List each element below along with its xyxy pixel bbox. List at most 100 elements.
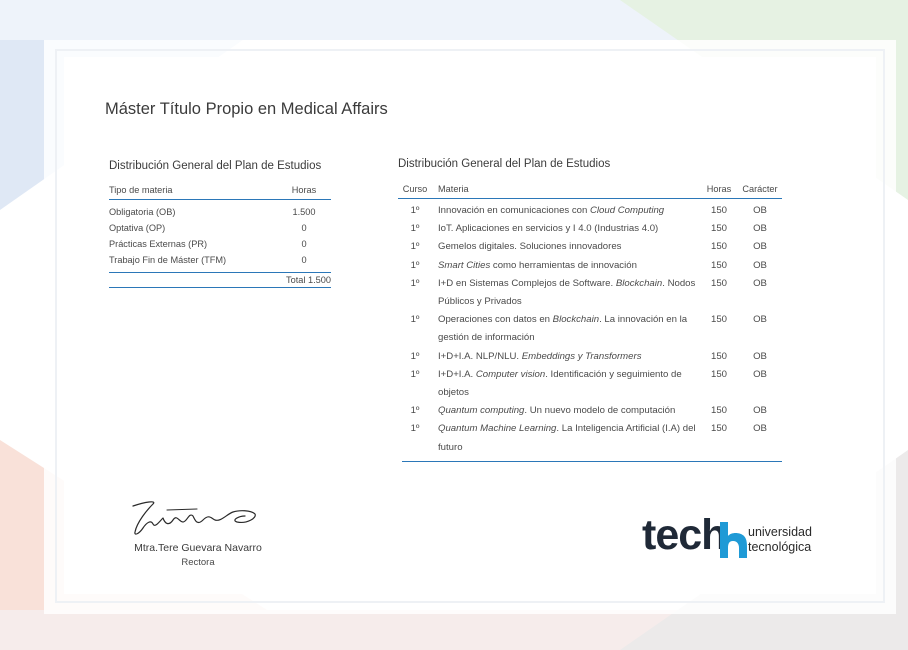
detail-col-horas: Horas [706, 183, 732, 194]
detail-row-caracter: OB [753, 259, 767, 271]
detail-row-horas: 150 [710, 314, 727, 326]
detail-row-curso: 1º [410, 223, 420, 235]
summary-row: Prácticas Externas (PR) 0 [109, 236, 331, 252]
materia-text: Operaciones con datos en [438, 314, 553, 326]
detail-row-materia: Quantum computing. Un nuevo modelo de co… [432, 402, 700, 420]
tech-university-logo: tech universidad tecnológica [642, 510, 832, 564]
summary-row-type: Trabajo Fin de Máster (TFM) [109, 255, 227, 265]
signatory-role: Rectora [181, 557, 215, 568]
detail-heading: Distribución General del Plan de Estudio… [398, 158, 611, 170]
detail-row-horas: 150 [710, 423, 727, 435]
materia-italic-term: Embeddings y Transformers [521, 350, 642, 362]
detail-row-horas: 150 [710, 405, 727, 417]
summary-rows: Obligatoria (OB) 1.500 Optativa (OP) 0 P… [109, 200, 331, 273]
detail-row: 1º Gemelos digitales. Soluciones innovado… [398, 238, 782, 256]
detail-row-caracter: OB [753, 223, 767, 235]
detail-row-curso: 1º [410, 277, 420, 289]
detail-row-materia: I+D+I.A. NLP/NLU. Embeddings y Transform… [432, 348, 700, 366]
materia-italic-term: Cloud Computing [590, 205, 665, 216]
detail-row-materia: Quantum Machine Learning. La Inteligenci… [432, 420, 700, 456]
detail-row-horas: 150 [710, 259, 727, 271]
materia-italic-term: Computer vision [475, 368, 546, 380]
summary-total: Total 1.500 [109, 273, 331, 288]
handwritten-signature [132, 501, 256, 535]
summary-col-type: Tipo de materia [109, 185, 173, 195]
detail-row-caracter: OB [753, 314, 767, 326]
detail-row-curso: 1º [410, 350, 420, 362]
detail-row-horas: 150 [710, 368, 727, 380]
page-title: Máster Título Propio en Medical Affairs [105, 100, 388, 118]
detail-table: Curso Materia Horas Carácter 1º Innovació… [398, 179, 782, 462]
detail-row: 1º I+D en Sistemas Complejos de Software.… [398, 275, 782, 311]
materia-text: Gemelos digitales. Soluciones innovadore… [438, 241, 622, 253]
summary-row-type: Obligatoria (OB) [109, 207, 176, 217]
materia-text: I+D+I.A. NLP/NLU. [438, 350, 522, 362]
detail-row-materia: IoT. Aplicaciones en servicios y I 4.0 (… [432, 220, 700, 238]
detail-row: 1º Smart Cities como herramientas de inno… [398, 257, 782, 275]
detail-row: 1º I+D+I.A. Computer vision. Identificaci… [398, 366, 782, 402]
detail-col-curso: Curso [402, 183, 428, 194]
detail-row-caracter: OB [753, 368, 767, 380]
detail-row-curso: 1º [410, 405, 420, 417]
detail-row-materia: Gemelos digitales. Soluciones innovadore… [432, 238, 700, 256]
materia-text: I+D en Sistemas Complejos de Software. [438, 277, 616, 289]
materia-italic-term: Quantum Machine Learning [438, 423, 557, 435]
materia-italic-term: Smart Cities [438, 259, 491, 271]
summary-row-hours: 1.500 [292, 207, 316, 217]
detail-row: 1º Quantum computing. Un nuevo modelo de … [398, 402, 782, 420]
detail-row-curso: 1º [410, 368, 420, 380]
summary-row: Obligatoria (OB) 1.500 [109, 204, 331, 220]
detail-row-horas: 150 [710, 223, 727, 235]
detail-rows: 1º Innovación en comunicaciones con Cloud… [402, 199, 782, 462]
summary-row-hours: 0 [301, 255, 307, 265]
materia-text: . Un nuevo modelo de computación [524, 405, 676, 417]
detail-col-caracter: Carácter [742, 183, 778, 194]
signatory-name: Mtra.Tere Guevara Navarro [134, 542, 262, 554]
detail-row-materia: I+D en Sistemas Complejos de Software. B… [432, 275, 700, 311]
logo-line-tecnologica: tecnológica [748, 540, 812, 554]
detail-row-horas: 150 [710, 205, 727, 216]
detail-row-curso: 1º [410, 314, 420, 326]
materia-italic-term: Blockchain [552, 314, 600, 326]
detail-row-caracter: OB [753, 350, 767, 362]
summary-row-type: Optativa (OP) [109, 223, 166, 233]
summary-row-hours: 0 [301, 239, 307, 249]
detail-row-caracter: OB [753, 205, 767, 216]
detail-row-horas: 150 [710, 277, 727, 289]
summary-header-row: Tipo de materia Horas [109, 181, 331, 200]
detail-row-materia: Operaciones con datos en Blockchain. La … [432, 311, 700, 347]
detail-row-caracter: OB [753, 241, 767, 253]
summary-row-type: Prácticas Externas (PR) [109, 239, 208, 249]
materia-text: IoT. Aplicaciones en servicios y I 4.0 (… [438, 223, 659, 235]
summary-table: Tipo de materia Horas Obligatoria (OB) 1… [109, 181, 331, 288]
summary-row-hours: 0 [301, 223, 307, 233]
detail-row: 1º Operaciones con datos en Blockchain. L… [398, 311, 782, 347]
detail-col-materia: Materia [438, 183, 469, 194]
summary-row: Trabajo Fin de Máster (TFM) 0 [109, 252, 331, 268]
detail-row-horas: 150 [710, 350, 727, 362]
materia-italic-term: Blockchain [615, 277, 663, 289]
detail-row: 1º IoT. Aplicaciones en servicios y I 4.0… [398, 220, 782, 238]
detail-row-materia: Smart Cities como herramientas de innova… [432, 257, 700, 275]
logo-wordmark: tech [642, 511, 727, 559]
summary-col-hours: Horas [291, 185, 317, 195]
detail-row: 1º I+D+I.A. NLP/NLU. Embeddings y Transfo… [398, 348, 782, 366]
detail-row-curso: 1º [410, 205, 420, 216]
detail-row-caracter: OB [753, 405, 767, 417]
detail-row-caracter: OB [753, 423, 767, 435]
summary-heading: Distribución General del Plan de Estudio… [109, 160, 322, 172]
detail-row: 1º Innovación en comunicaciones con Cloud… [398, 202, 782, 220]
materia-text: I+D+I.A. [438, 368, 476, 380]
certificate-page: Máster Título Propio en Medical Affairs … [0, 0, 908, 650]
detail-row-materia: I+D+I.A. Computer vision. Identificación… [432, 366, 700, 402]
detail-row-materia: Innovación en comunicaciones con Cloud C… [432, 202, 700, 220]
materia-italic-term: Quantum computing [438, 405, 525, 417]
summary-row: Optativa (OP) 0 [109, 220, 331, 236]
detail-row-caracter: OB [753, 277, 767, 289]
detail-header-row: Curso Materia Horas Carácter [398, 179, 782, 199]
detail-row: 1º Quantum Machine Learning. La Inteligen… [398, 420, 782, 456]
logo-accent-icon [720, 522, 747, 558]
detail-row-curso: 1º [410, 423, 420, 435]
logo-line-universidad: universidad [748, 525, 812, 539]
detail-row-curso: 1º [410, 259, 420, 271]
